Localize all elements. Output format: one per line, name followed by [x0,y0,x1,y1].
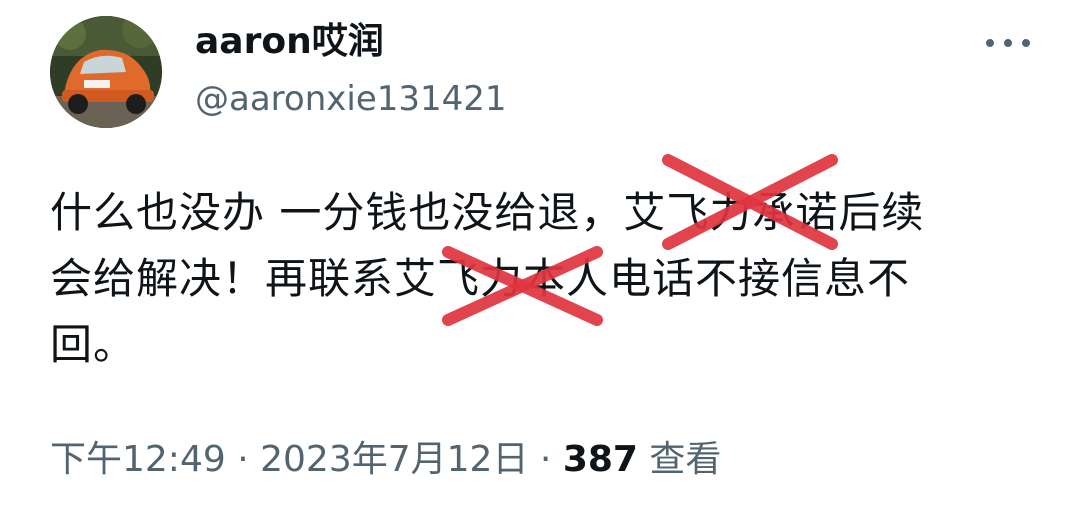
separator: · [539,439,552,480]
dot [986,39,994,47]
dot [1022,39,1030,47]
tweet-text: 什么也没办 一分钱也没给退，艾飞力承诺后续 会给解决！再联系艾飞力本人电话不接信… [50,180,1050,378]
views-count[interactable]: 387 [563,439,638,480]
tweet-card: aaron哎润 @aaronxie131421 什么也没办 一分钱也没给退，艾飞… [0,0,1080,530]
display-name[interactable]: aaron哎润 [195,18,384,66]
tweet-time[interactable]: 下午12:49 [50,439,226,480]
tweet-date[interactable]: 2023年7月12日 [260,439,528,480]
tweet-text-line: 回。 [50,320,137,369]
tweet-text-line: 会给解决！再联系艾飞力本人电话不接信息不 [50,254,911,303]
avatar[interactable] [50,16,162,128]
avatar-image [50,16,162,128]
user-handle[interactable]: @aaronxie131421 [195,76,507,122]
more-options-icon[interactable] [978,26,1038,60]
tweet-text-line: 什么也没办 一分钱也没给退，艾飞力承诺后续 [50,188,925,237]
views-label[interactable]: 查看 [649,439,721,480]
dot [1004,39,1012,47]
tweet-meta: 下午12:49 · 2023年7月12日 · 387 查看 [50,430,721,490]
separator: · [237,439,249,480]
